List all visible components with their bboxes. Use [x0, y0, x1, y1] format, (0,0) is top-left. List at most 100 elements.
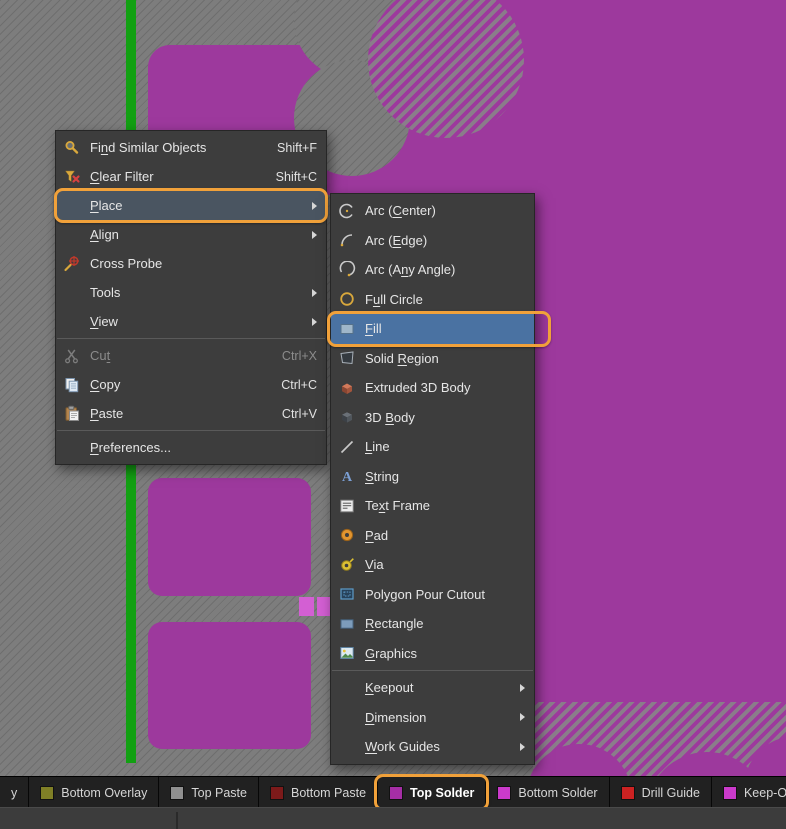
arc-any-icon	[338, 260, 356, 279]
menu-item-label: Text Frame	[365, 498, 431, 514]
menu-item-clear-filter[interactable]: Clear Filter Shift+C	[56, 162, 326, 191]
via-icon	[338, 556, 356, 574]
layer-tab-bottom-solder[interactable]: Bottom Solder	[486, 777, 610, 808]
submenu-item-string[interactable]: A String	[331, 462, 534, 492]
menu-item-cross-probe[interactable]: Cross Probe	[56, 249, 326, 278]
layer-tab-label: Drill Guide	[641, 785, 700, 800]
submenu-item-polygon-pour-cutout[interactable]: Polygon Pour Cutout	[331, 580, 534, 610]
menu-item-shortcut: Shift+F	[277, 140, 317, 155]
menu-item-label: Cross Probe	[90, 256, 163, 271]
layer-tab-bottom-paste[interactable]: Bottom Paste	[259, 777, 379, 808]
place-submenu: Arc (Center) Arc (Edge) Arc (Any Angle) Ful…	[327, 193, 551, 765]
text-frame-icon	[338, 497, 356, 515]
menu-item-tools[interactable]: Tools	[56, 278, 326, 307]
layer-tab-keep-o[interactable]: Keep-O	[712, 777, 786, 808]
submenu-item-solid-region[interactable]: Solid Region	[331, 344, 534, 374]
layer-color-swatch	[389, 785, 404, 800]
find-similar-icon	[63, 139, 81, 157]
menu-item-label: 3D Body	[365, 409, 415, 425]
menu-item-label: Preferences...	[90, 440, 171, 455]
extruded-3d-icon	[338, 379, 356, 397]
polygon-cutout-icon	[338, 585, 356, 603]
menu-item-shortcut: Ctrl+C	[281, 377, 317, 392]
blank-icon-slot	[63, 226, 81, 244]
menu-item-find-similar-objects[interactable]: Find Similar Objects Shift+F	[56, 133, 326, 162]
submenu-item-dimension[interactable]: Dimension	[331, 703, 534, 733]
menu-item-label: Find Similar Objects	[90, 140, 207, 155]
menu-item-label: Pad	[365, 527, 389, 543]
menu-item-label: Copy	[90, 377, 121, 392]
menu-item-label: Solid Region	[365, 350, 439, 366]
layer-tab-top-paste[interactable]: Top Paste	[159, 777, 259, 808]
layer-tab-label: y	[11, 785, 18, 800]
rectangle-icon	[338, 615, 356, 633]
menu-item-label: Via	[365, 557, 384, 573]
solder-mask-sliver	[317, 597, 330, 616]
layer-color-swatch	[620, 785, 635, 800]
menu-separator	[57, 430, 325, 431]
menu-item-label: Line	[365, 439, 390, 455]
submenu-item-work-guides[interactable]: Work Guides	[331, 732, 534, 762]
layer-tab-label: Bottom Solder	[518, 785, 598, 800]
panel-divider	[176, 812, 178, 829]
menu-item-label: Polygon Pour Cutout	[365, 586, 485, 602]
submenu-item-graphics[interactable]: Graphics	[331, 639, 534, 669]
copper-pad-region	[148, 478, 311, 596]
menu-item-label: Place	[90, 198, 123, 213]
submenu-arrow-icon	[520, 742, 525, 751]
menu-item-label: Arc (Center)	[365, 203, 436, 219]
submenu-item-arc-center[interactable]: Arc (Center)	[331, 196, 534, 226]
submenu-item-keepout[interactable]: Keepout	[331, 673, 534, 703]
submenu-arrow-icon	[312, 201, 317, 210]
menu-item-label: Dimension	[365, 709, 427, 725]
menu-item-label: Tools	[90, 285, 121, 300]
graphics-icon	[338, 644, 356, 662]
submenu-item-arc-any-angle[interactable]: Arc (Any Angle)	[331, 255, 534, 285]
blank-icon-slot	[63, 197, 81, 215]
layer-tab-y[interactable]: y	[0, 777, 30, 808]
submenu-item-full-circle[interactable]: Full Circle	[331, 285, 534, 315]
menu-item-label: Arc (Edge)	[365, 232, 428, 248]
menu-item-label: Extruded 3D Body	[365, 380, 471, 396]
annotation-ring	[327, 311, 551, 347]
submenu-arrow-icon	[312, 230, 317, 239]
submenu-item-pad[interactable]: Pad	[331, 521, 534, 551]
submenu-item-rectangle[interactable]: Rectangle	[331, 609, 534, 639]
menu-item-cut[interactable]: Cut Ctrl+X	[56, 341, 326, 370]
menu-item-copy[interactable]: Copy Ctrl+C	[56, 370, 326, 399]
submenu-item-via[interactable]: Via	[331, 550, 534, 580]
full-circle-icon	[338, 290, 356, 308]
menu-item-label: Paste	[90, 406, 124, 421]
submenu-item-line[interactable]: Line	[331, 432, 534, 462]
submenu-item-extruded-3d-body[interactable]: Extruded 3D Body	[331, 373, 534, 403]
blank-icon-slot	[338, 738, 356, 756]
layer-color-swatch	[269, 785, 284, 800]
blank-icon-slot	[338, 708, 356, 726]
menu-separator	[57, 338, 325, 339]
layer-tab-drill-guide[interactable]: Drill Guide	[610, 777, 712, 808]
menu-item-label: View	[90, 314, 118, 329]
menu-item-paste[interactable]: Paste Ctrl+V	[56, 399, 326, 428]
layer-tabs: y Bottom Overlay Top Paste Bottom Paste Top …	[0, 774, 786, 811]
layer-tab-top-solder[interactable]: Top Solder	[374, 774, 490, 811]
layer-color-swatch	[170, 785, 185, 800]
menu-item-label: Graphics	[365, 645, 418, 661]
submenu-item-3d-body[interactable]: 3D Body	[331, 403, 534, 433]
submenu-item-arc-edge[interactable]: Arc (Edge)	[331, 226, 534, 256]
menu-item-view[interactable]: View	[56, 307, 326, 336]
menu-item-shortcut: Ctrl+X	[281, 348, 317, 363]
submenu-arrow-icon	[520, 713, 525, 722]
layer-color-swatch	[722, 785, 737, 800]
menu-item-label: String	[365, 468, 399, 484]
menu-item-align[interactable]: Align	[56, 220, 326, 249]
menu-separator	[332, 670, 533, 671]
submenu-item-fill[interactable]: Fill	[327, 311, 551, 347]
menu-item-preferences[interactable]: Preferences...	[56, 433, 326, 462]
layer-tab-bottom-overlay[interactable]: Bottom Overlay	[29, 777, 160, 808]
blank-icon-slot	[63, 313, 81, 331]
solder-mask-sliver	[299, 597, 314, 616]
submenu-item-text-frame[interactable]: Text Frame	[331, 491, 534, 521]
menu-item-place[interactable]: Place	[54, 188, 328, 223]
status-strip	[0, 807, 786, 829]
copper-pad-region	[148, 622, 311, 749]
